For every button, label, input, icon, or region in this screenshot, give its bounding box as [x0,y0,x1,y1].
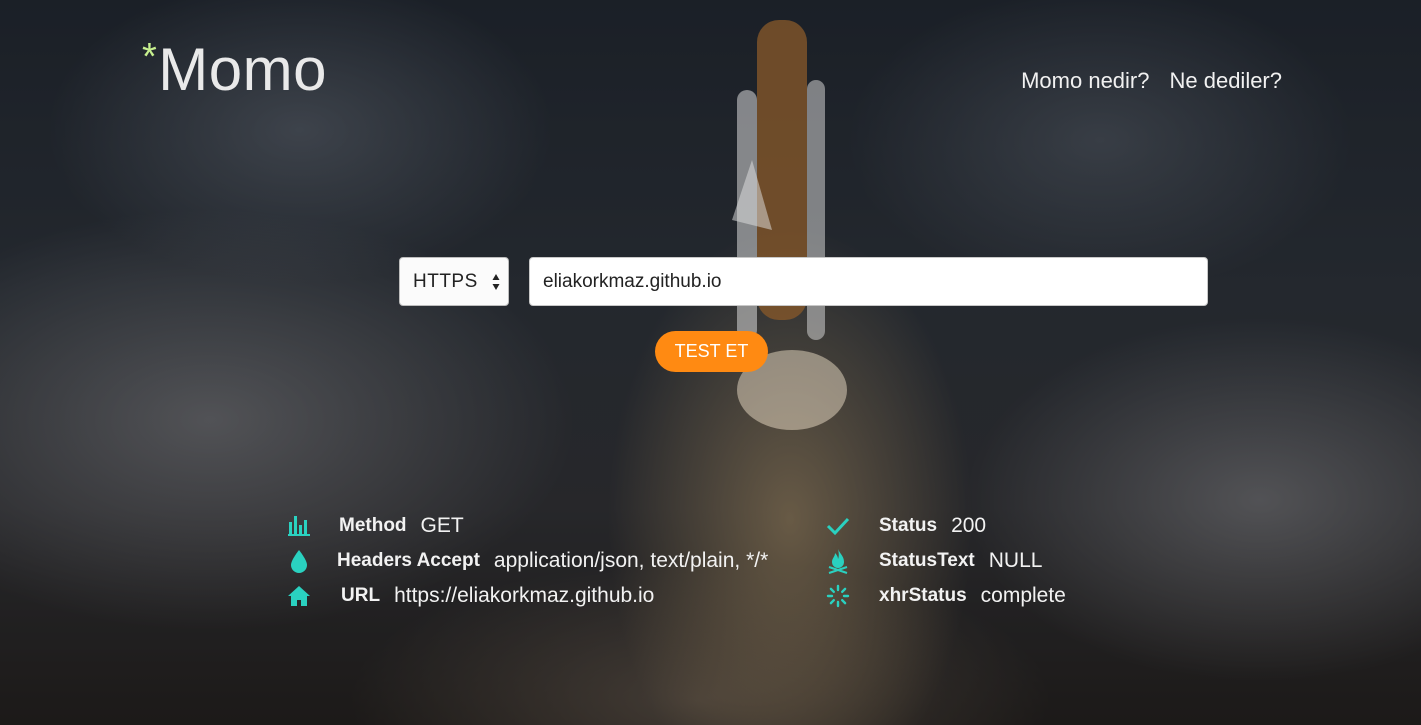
test-button[interactable]: TEST ET [655,331,768,372]
result-status-text: StatusText NULL [826,546,1042,576]
top-nav: Momo nedir? Ne dediler? [1021,68,1282,94]
logo-text: Momo [158,36,327,103]
nav-link-momo-nedir[interactable]: Momo nedir? [1021,68,1149,94]
select-arrows-icon [492,274,500,290]
result-value: application/json, text/plain, */* [493,549,769,572]
result-label: StatusText [879,550,975,571]
bar-chart-icon [287,514,311,538]
result-label: URL [341,585,381,606]
result-label: Method [339,515,407,536]
protocol-select[interactable]: HTTPS [399,257,509,306]
result-headers-accept: Headers Accept application/json, text/pl… [287,546,768,576]
logo-star: * [142,36,158,78]
result-status: Status 200 [826,511,986,541]
result-label: xhrStatus [879,585,967,606]
app-logo[interactable]: *Momo [142,38,327,100]
nav-link-ne-dediler[interactable]: Ne dediler? [1169,68,1282,94]
result-xhr-status: xhrStatus complete [826,581,1066,611]
result-value: GET [420,514,464,537]
fire-icon [826,549,850,574]
spinner-icon [826,584,850,608]
result-label: Headers Accept [337,550,480,571]
checkmark-icon [826,514,850,538]
result-method: Method GET [287,511,464,541]
result-value: NULL [988,549,1043,572]
result-value: complete [980,584,1066,607]
home-icon [287,584,311,608]
url-input[interactable] [529,257,1208,306]
result-value: https://eliakorkmaz.github.io [394,584,655,607]
result-url: URL https://eliakorkmaz.github.io [287,581,654,611]
result-value: 200 [951,514,987,537]
protocol-select-value: HTTPS [413,270,478,292]
result-label: Status [879,515,938,536]
water-drop-icon [287,549,311,573]
